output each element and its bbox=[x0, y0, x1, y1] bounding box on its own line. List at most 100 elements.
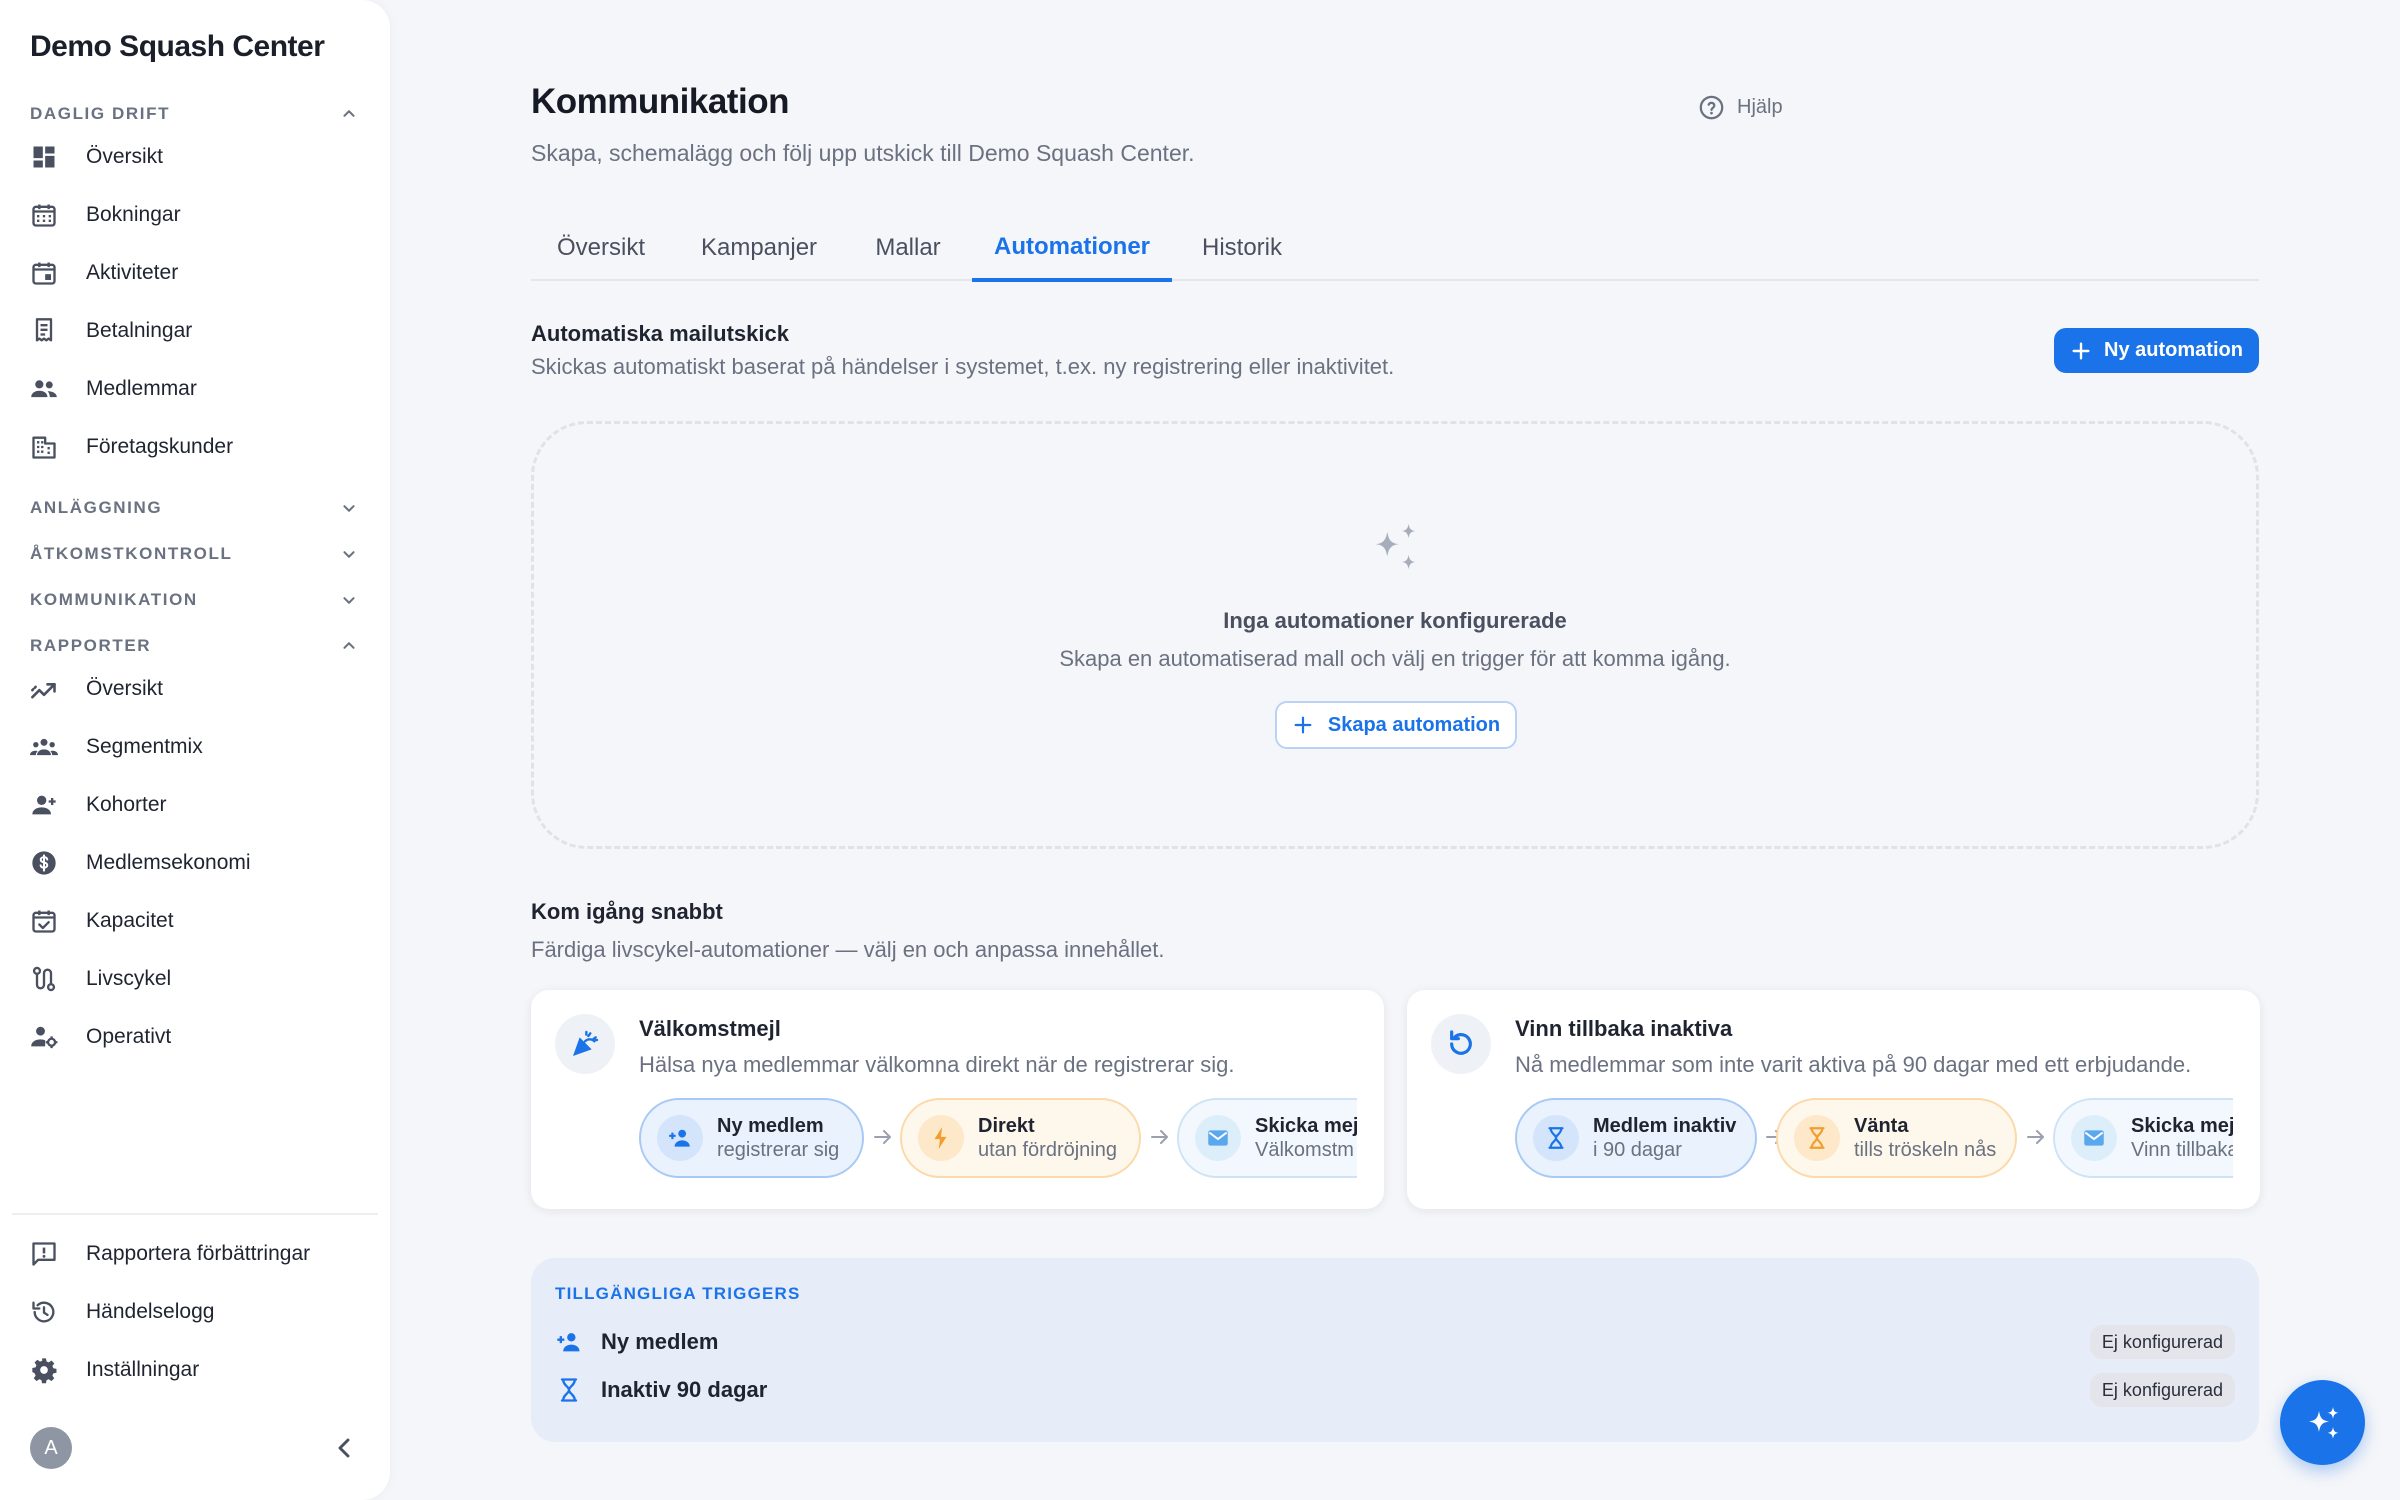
sidebar-item-segmentmix[interactable]: Segmentmix bbox=[30, 722, 360, 772]
flow-step-trigger: Medlem inaktiv i 90 dagar bbox=[1515, 1098, 1757, 1178]
chevron-down-icon bbox=[343, 505, 355, 512]
step-subtitle: utan fördröjning bbox=[978, 1139, 1117, 1161]
sidebar-item-handelselogg[interactable]: Händelselogg bbox=[30, 1287, 360, 1337]
sidebar-item-label: Bokningar bbox=[86, 203, 181, 226]
section-daglig-drift[interactable]: DAGLIG DRIFT bbox=[30, 99, 360, 129]
avatar[interactable]: A bbox=[30, 1427, 72, 1469]
status-badge: Ej konfigurerad bbox=[2089, 1373, 2235, 1407]
empty-state bbox=[531, 421, 2259, 849]
mail-icon bbox=[2084, 1130, 2104, 1146]
sidebar-item-rapport-oversikt[interactable]: Översikt bbox=[30, 664, 360, 714]
sidebar-item-label: Medlemmar bbox=[86, 377, 197, 400]
section-atkomstkontroll[interactable]: ÅTKOMSTKONTROLL bbox=[30, 539, 360, 569]
sidebar-item-medlemmar[interactable]: Medlemmar bbox=[30, 364, 360, 414]
trigger-row-new-member[interactable]: Ny medlem Ej konfigurerad bbox=[555, 1322, 2235, 1362]
sidebar-item-label: Betalningar bbox=[86, 319, 193, 342]
help-button[interactable]: Hjälp bbox=[1698, 91, 1783, 123]
groups-icon bbox=[30, 738, 58, 756]
bolt-icon bbox=[934, 1127, 947, 1149]
sidebar-item-kohorter[interactable]: Kohorter bbox=[30, 780, 360, 830]
sidebar-item-label: Livscykel bbox=[86, 967, 172, 990]
people-icon bbox=[31, 380, 57, 398]
card-description: Nå medlemmar som inte varit aktiva på 90… bbox=[1515, 1052, 2192, 1077]
template-card-welcome[interactable]: Välkomstmejl Hälsa nya medlemmar välkomn… bbox=[531, 990, 1384, 1209]
step-title: Direkt bbox=[978, 1115, 1035, 1137]
new-automation-button[interactable]: Ny automation bbox=[2054, 328, 2259, 373]
card-title: Vinn tillbaka inaktiva bbox=[1515, 1016, 1733, 1041]
sidebar-item-betalningar[interactable]: Betalningar bbox=[30, 306, 360, 356]
tab-oversikt[interactable]: Översikt bbox=[531, 215, 671, 281]
automation-flow: Ny medlem registrerar sig Direkt utan förd… bbox=[639, 1098, 1357, 1180]
sidebar-item-operativt[interactable]: Operativt bbox=[30, 1012, 360, 1062]
sparkles-icon bbox=[1375, 523, 1416, 570]
sidebar-item-livscykel[interactable]: Livscykel bbox=[30, 954, 360, 1004]
automations-title: Automatiska mailutskick bbox=[531, 321, 789, 346]
quickstart-title: Kom igång snabbt bbox=[531, 899, 723, 924]
sidebar-item-rapportera[interactable]: Rapportera förbättringar bbox=[30, 1229, 360, 1279]
arrow-right-icon bbox=[874, 1130, 891, 1144]
sidebar-item-label: Medlemsekonomi bbox=[86, 851, 251, 874]
section-kommunikation[interactable]: KOMMUNIKATION bbox=[30, 585, 360, 615]
route-icon bbox=[32, 966, 56, 992]
gear-icon bbox=[32, 1358, 57, 1384]
sidebar-item-oversikt[interactable]: Översikt bbox=[30, 132, 360, 182]
history-icon bbox=[32, 1301, 55, 1323]
tab-kampanjer[interactable]: Kampanjer bbox=[677, 215, 841, 281]
tab-historik[interactable]: Historik bbox=[1177, 215, 1307, 281]
sidebar-item-aktiviteter[interactable]: Aktiviteter bbox=[30, 248, 360, 298]
sidebar-item-label: Företagskunder bbox=[86, 435, 234, 458]
card-icon-bg bbox=[1431, 1014, 1491, 1074]
card-title: Välkomstmejl bbox=[639, 1016, 781, 1041]
flow-step-trigger: Ny medlem registrerar sig bbox=[639, 1098, 864, 1178]
step-title: Medlem inaktiv bbox=[1593, 1115, 1737, 1137]
sidebar-item-foretagskunder[interactable]: Företagskunder bbox=[30, 422, 360, 472]
sidebar-item-installningar[interactable]: Inställningar bbox=[30, 1345, 360, 1395]
step-title: Skicka mejl bbox=[2131, 1115, 2233, 1137]
person-add-icon bbox=[669, 1129, 690, 1147]
sidebar-item-label: Operativt bbox=[86, 1025, 172, 1048]
step-title: Ny medlem bbox=[717, 1115, 824, 1137]
sidebar-item-label: Kohorter bbox=[86, 793, 167, 816]
chevron-down-icon bbox=[343, 551, 355, 558]
mail-icon bbox=[1208, 1130, 1228, 1146]
help-label: Hjälp bbox=[1737, 95, 1783, 118]
brand-name: Demo Squash Center bbox=[30, 30, 325, 63]
template-card-winback[interactable]: Vinn tillbaka inaktiva Nå medlemmar som … bbox=[1407, 990, 2260, 1209]
flow-step-delay: Direkt utan fördröjning bbox=[900, 1098, 1141, 1178]
plus-icon bbox=[2072, 341, 2090, 360]
ai-assistant-button[interactable] bbox=[2280, 1380, 2365, 1465]
sidebar-item-label: Segmentmix bbox=[86, 735, 203, 758]
sidebar-item-medlemsekonomi[interactable]: Medlemsekonomi bbox=[30, 838, 360, 888]
tab-mallar[interactable]: Mallar bbox=[845, 215, 971, 281]
section-label: ÅTKOMSTKONTROLL bbox=[30, 544, 233, 563]
hourglass-icon bbox=[1548, 1127, 1564, 1149]
step-subtitle: Välkomstm bbox=[1255, 1139, 1354, 1161]
sidebar-item-label: Kapacitet bbox=[86, 909, 174, 932]
chevron-up-icon bbox=[343, 110, 355, 117]
tab-bar: Översikt Kampanjer Mallar Automationer H… bbox=[531, 215, 2259, 282]
arrow-right-icon bbox=[1151, 1130, 1168, 1144]
refresh-icon bbox=[1450, 1030, 1472, 1055]
event-icon bbox=[32, 262, 56, 285]
create-automation-button[interactable]: Skapa automation bbox=[1275, 701, 1517, 749]
automation-flow: Medlem inaktiv i 90 dagar Vänta tills trös… bbox=[1515, 1098, 2233, 1180]
tab-automationer[interactable]: Automationer bbox=[972, 215, 1172, 282]
person-add-icon bbox=[557, 1333, 580, 1352]
help-icon bbox=[1699, 95, 1724, 119]
sidebar-item-label: Händelselogg bbox=[86, 1300, 215, 1323]
hourglass-icon bbox=[1809, 1127, 1825, 1149]
section-label: ANLÄGGNING bbox=[30, 498, 163, 517]
new-automation-label: Ny automation bbox=[2104, 339, 2243, 361]
sidebar-item-kapacitet[interactable]: Kapacitet bbox=[30, 896, 360, 946]
sidebar-item-label: Översikt bbox=[86, 145, 164, 168]
section-label: KOMMUNIKATION bbox=[30, 590, 198, 609]
section-rapporter[interactable]: RAPPORTER bbox=[30, 631, 360, 661]
calendar-check-icon bbox=[32, 910, 56, 933]
sidebar-divider bbox=[12, 1213, 378, 1215]
collapse-sidebar-icon[interactable] bbox=[328, 1432, 360, 1464]
trigger-row-inactive[interactable]: Inaktiv 90 dagar Ej konfigurerad bbox=[555, 1370, 2235, 1410]
sidebar-item-bokningar[interactable]: Bokningar bbox=[30, 190, 360, 240]
sidebar-item-label: Rapportera förbättringar bbox=[86, 1242, 311, 1265]
empty-state-title: Inga automationer konfigurerade bbox=[1223, 608, 1567, 633]
section-anlaggning[interactable]: ANLÄGGNING bbox=[30, 493, 360, 523]
